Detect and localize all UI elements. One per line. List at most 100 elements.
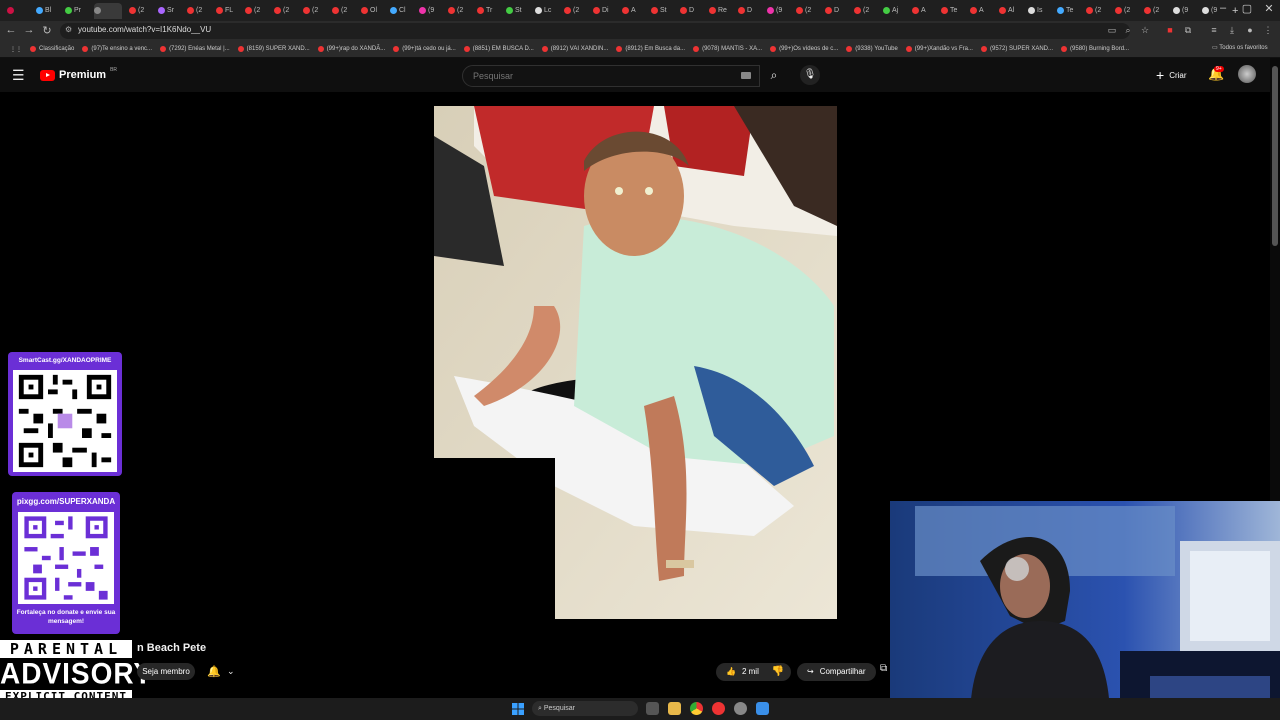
download-icon[interactable]: ⤓ — [1226, 25, 1238, 36]
url-field[interactable]: ⚙ youtube.com/watch?v=I1K6Ndo__VU — [60, 23, 1130, 39]
browser-tab[interactable]: D — [825, 3, 847, 19]
extension-icon[interactable]: ■ — [1164, 25, 1176, 35]
bookmark-item[interactable]: (8912) Em Busca da... — [616, 46, 685, 52]
browser-tab[interactable]: (9 — [767, 3, 789, 19]
hamburger-menu-icon[interactable]: ☰ — [12, 67, 25, 84]
browser-tab[interactable]: D — [680, 3, 702, 19]
keyboard-icon[interactable] — [741, 72, 751, 79]
chevron-down-icon[interactable]: ⌄ — [227, 666, 235, 677]
search-box[interactable] — [462, 65, 760, 87]
browser-tab[interactable]: Aj — [883, 3, 905, 19]
bookmark-item[interactable]: (9572) SUPER XAND... — [980, 46, 1053, 52]
bookmark-item[interactable]: (8851) EM BUSCA D... — [463, 46, 534, 52]
share-button[interactable]: ↪ Compartilhar — [797, 663, 876, 681]
windows-start-icon[interactable] — [512, 703, 524, 715]
bookmark-label: (8851) EM BUSCA D... — [472, 46, 534, 52]
browser-tab[interactable] — [94, 2, 122, 19]
all-bookmarks-link[interactable]: ▭ Todos os favoritos — [1212, 44, 1268, 51]
search-input[interactable] — [471, 70, 725, 82]
scrollbar-thumb[interactable] — [1272, 66, 1278, 246]
browser-tab[interactable]: Re — [709, 3, 731, 19]
apps-icon[interactable]: ⋮⋮ — [10, 46, 22, 53]
bookmark-item[interactable]: (99+)Os vídeos de c... — [770, 46, 838, 52]
bookmark-item[interactable]: (97)Te ensino a venc... — [82, 46, 152, 52]
browser-tab[interactable]: St — [506, 3, 528, 19]
browser-tab[interactable]: Cl — [390, 3, 412, 19]
search-button[interactable]: ⌕ — [760, 65, 788, 87]
browser-tab[interactable] — [7, 3, 29, 19]
browser-tab[interactable]: (2 — [1144, 3, 1166, 19]
bookmark-item[interactable]: (99+)Xandão vs Fra... — [905, 46, 973, 52]
browser-tab[interactable]: A — [912, 3, 934, 19]
browser-tab[interactable]: Di — [593, 3, 615, 19]
bookmark-star-icon[interactable]: ☆ — [1139, 25, 1151, 36]
bookmark-item[interactable]: (8159) SUPER XAND... — [237, 46, 310, 52]
file-explorer-icon[interactable] — [668, 702, 681, 715]
browser-tab[interactable]: Te — [941, 3, 963, 19]
bookmark-item[interactable]: (9078) MANTIS - XA... — [693, 46, 762, 52]
browser-menu-icon[interactable]: ⋮ — [1262, 25, 1274, 36]
browser-tab[interactable]: Pr — [65, 3, 87, 19]
browser-tab[interactable]: A — [970, 3, 992, 19]
profile-icon[interactable]: ● — [1244, 25, 1256, 35]
browser-tab[interactable]: (9 — [1173, 3, 1195, 19]
chrome-icon[interactable] — [690, 702, 703, 715]
browser-tab[interactable]: (2 — [1115, 3, 1137, 19]
browser-tab[interactable]: Lc — [535, 3, 557, 19]
settings-icon[interactable] — [734, 702, 747, 715]
bookmark-item[interactable]: (99+)rap do XANDÃ... — [317, 46, 385, 52]
browser-tab[interactable]: Te — [1057, 3, 1079, 19]
browser-tab[interactable]: (2 — [187, 3, 209, 19]
media-icon[interactable]: ≡ — [1208, 25, 1220, 35]
browser-tab[interactable]: (9 — [419, 3, 441, 19]
browser-tab[interactable]: (2 — [796, 3, 818, 19]
bookmark-item[interactable]: (9338) YouTube — [846, 46, 898, 52]
browser-tab[interactable]: (2 — [564, 3, 586, 19]
browser-tab[interactable]: Bl — [36, 3, 58, 19]
site-info-icon[interactable]: ⚙ — [65, 25, 72, 34]
task-view-icon[interactable] — [646, 702, 659, 715]
browser-tab[interactable]: (2 — [1086, 3, 1108, 19]
bookmark-item[interactable]: (8912) VAI XANDIN... — [541, 46, 608, 52]
dislike-button[interactable]: 👎 — [765, 663, 791, 681]
browser-tab[interactable]: Tr — [477, 3, 499, 19]
app-icon[interactable] — [756, 702, 769, 715]
minimize-icon[interactable]: – — [1212, 2, 1234, 14]
avatar[interactable] — [1238, 65, 1256, 83]
forward-icon[interactable]: → — [22, 24, 36, 36]
bookmark-item[interactable]: (9580) Burning Bord... — [1061, 46, 1129, 52]
browser-tab[interactable]: (2 — [303, 3, 325, 19]
browser-tab[interactable]: St — [651, 3, 673, 19]
zoom-icon[interactable]: ⌕ — [1122, 25, 1134, 36]
like-button[interactable]: 👍 2 mil — [716, 663, 769, 681]
extensions-icon[interactable]: ⧉ — [1182, 25, 1194, 36]
browser-tab[interactable]: (2 — [245, 3, 267, 19]
browser-tab[interactable]: (2 — [854, 3, 876, 19]
voice-search-button[interactable]: 🎙 — [800, 65, 820, 85]
browser-tab[interactable]: Sr — [158, 3, 180, 19]
browser-tab[interactable]: (2 — [129, 3, 151, 19]
create-button[interactable]: + Criar — [1156, 67, 1187, 83]
browser-tab[interactable]: A — [622, 3, 644, 19]
app-icon[interactable] — [712, 702, 725, 715]
taskbar-search[interactable]: ⌕ Pesquisar — [532, 701, 638, 716]
back-icon[interactable]: ← — [4, 24, 18, 36]
close-window-icon[interactable]: ✕ — [1258, 2, 1280, 15]
browser-tab[interactable]: FL — [216, 3, 238, 19]
browser-tab[interactable]: (2 — [448, 3, 470, 19]
subscription-bell-icon[interactable]: 🔔 — [207, 665, 221, 678]
browser-tab[interactable]: Al — [999, 3, 1021, 19]
maximize-icon[interactable]: ▢ — [1236, 2, 1258, 15]
browser-tab[interactable]: D — [738, 3, 760, 19]
bookmark-item[interactable]: (99+)tá cedo ou já... — [393, 46, 456, 52]
browser-tab[interactable]: Is — [1028, 3, 1050, 19]
join-membership-button[interactable]: Seja membro — [137, 663, 195, 680]
bookmark-item[interactable]: Classificação — [30, 46, 74, 52]
reload-icon[interactable]: ↻ — [40, 24, 54, 37]
browser-tab[interactable]: Ol — [361, 3, 383, 19]
youtube-logo[interactable]: Premium BR — [40, 67, 117, 81]
bookmark-item[interactable]: (7292) Enéas Metal |... — [160, 46, 230, 52]
cast-icon[interactable]: ▭ — [1106, 25, 1118, 36]
browser-tab[interactable]: (2 — [332, 3, 354, 19]
browser-tab[interactable]: (2 — [274, 3, 296, 19]
